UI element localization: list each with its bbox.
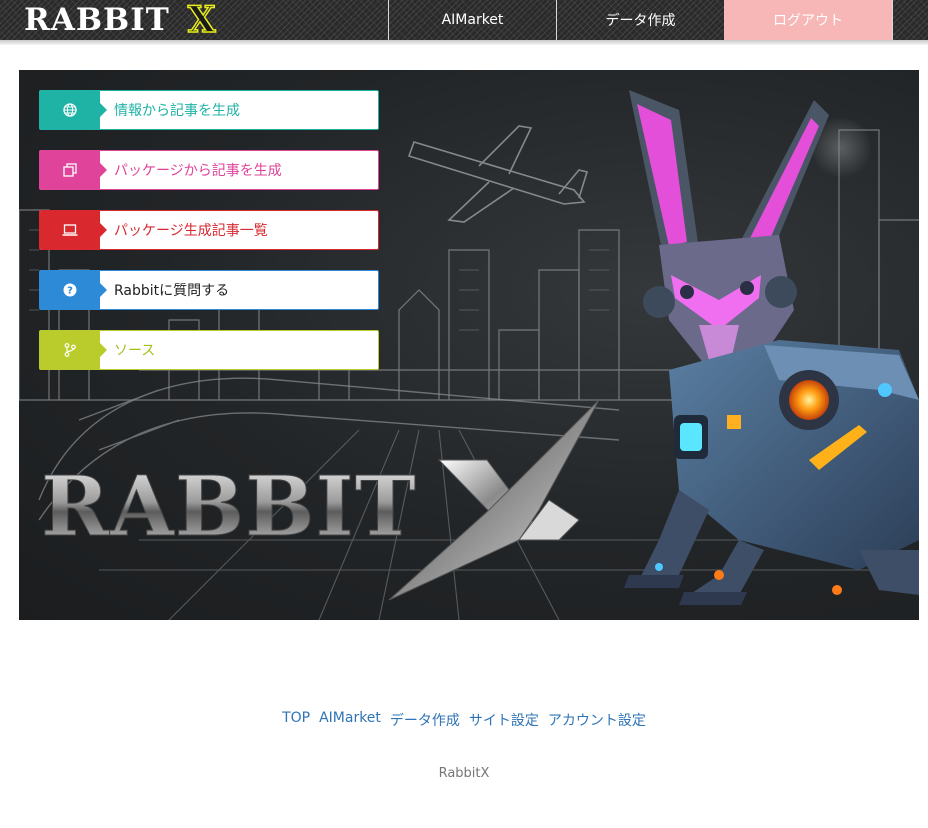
footer-copyright: RabbitX — [438, 766, 490, 781]
branch-icon — [64, 343, 76, 357]
site-header: RABBIT X AIMarket データ作成 ログアウト — [0, 0, 928, 42]
header-shadow — [0, 40, 928, 45]
menu-icon-box — [40, 91, 107, 129]
nav-divider — [892, 0, 928, 40]
nav-aimarket[interactable]: AIMarket — [388, 0, 556, 40]
logo-x-mark: X — [187, 0, 216, 42]
laptop-icon — [62, 224, 78, 236]
footer-link-top[interactable]: TOP — [282, 710, 310, 730]
nav-logout-button[interactable]: ログアウト — [724, 0, 892, 40]
menu-item-label: パッケージから記事を生成 — [114, 163, 282, 179]
menu-item-label: 情報から記事を生成 — [114, 103, 240, 119]
footer-link-data-create[interactable]: データ作成 — [390, 710, 460, 730]
menu-item-generate-from-info[interactable]: 情報から記事を生成 — [39, 90, 379, 130]
site-logo[interactable]: RABBIT X — [24, 0, 216, 42]
windows-icon — [63, 163, 77, 177]
banner-logo-text: RABBIT — [41, 459, 417, 555]
footer-link-site-settings[interactable]: サイト設定 — [469, 710, 539, 730]
footer-link-aimarket[interactable]: AIMarket — [319, 710, 381, 730]
menu-item-label: ソース — [114, 343, 156, 359]
question-icon: ? — [63, 283, 77, 297]
globe-icon — [63, 103, 77, 117]
footer-link-account-settings[interactable]: アカウント設定 — [548, 710, 646, 730]
svg-text:?: ? — [67, 286, 73, 297]
logo-text: RABBIT — [24, 2, 170, 38]
footer-nav: TOP AIMarket データ作成 サイト設定 アカウント設定 — [0, 710, 928, 730]
menu-item-generate-from-package[interactable]: パッケージから記事を生成 — [39, 150, 379, 190]
menu-item-ask-rabbit[interactable]: ? Rabbitに質問する — [39, 270, 379, 310]
menu-icon-box — [40, 331, 107, 369]
menu-item-label: パッケージ生成記事一覧 — [114, 223, 268, 239]
airplane-outline — [407, 125, 589, 223]
menu-item-package-article-list[interactable]: パッケージ生成記事一覧 — [39, 210, 379, 250]
menu-icon-box — [40, 151, 107, 189]
nav-data-create[interactable]: データ作成 — [556, 0, 724, 40]
menu-item-label: Rabbitに質問する — [114, 283, 230, 299]
menu-icon-box — [40, 211, 107, 249]
robot-rabbit-illustration — [624, 90, 919, 605]
menu-item-source[interactable]: ソース — [39, 330, 379, 370]
menu-icon-box: ? — [40, 271, 107, 309]
